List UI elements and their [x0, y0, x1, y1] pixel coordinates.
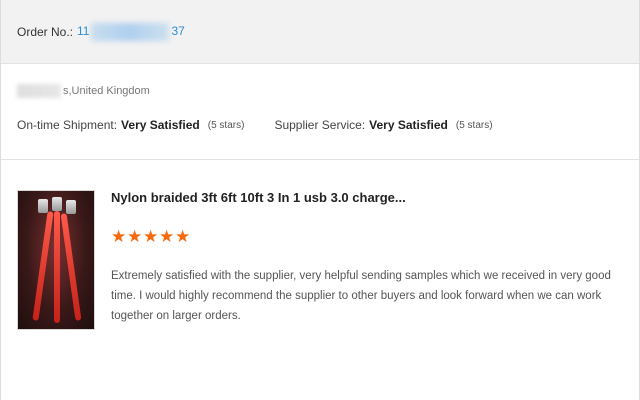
- service-rating-label: Supplier Service:: [274, 118, 366, 132]
- service-rating: Supplier Service: Very Satisfied (5 star…: [274, 118, 492, 132]
- star-icon: ★: [111, 227, 127, 247]
- order-number-link[interactable]: 11 37: [77, 22, 185, 41]
- buyer-location-text: s,United Kingdom: [63, 85, 150, 97]
- cable-plug-image: [66, 200, 76, 214]
- redacted-order-digits: [91, 22, 170, 41]
- cable-image: [32, 211, 54, 321]
- star-icon: ★: [159, 227, 175, 247]
- cable-image: [54, 211, 60, 323]
- star-icon: ★: [143, 227, 159, 247]
- order-number-prefix: 11: [77, 23, 90, 38]
- review-text: Extremely satisfied with the supplier, v…: [111, 270, 611, 322]
- service-rating-value: Very Satisfied: [369, 118, 448, 132]
- cable-plug-image: [38, 199, 48, 213]
- star-icon: ★: [127, 227, 143, 247]
- order-number-label: Order No.:: [17, 24, 74, 39]
- star-icon: ★: [175, 227, 191, 247]
- product-review: Nylon braided 3ft 6ft 10ft 3 In 1 usb 3.…: [17, 190, 625, 340]
- order-number-suffix: 37: [171, 23, 185, 38]
- review-card: Order No.: 11 37 s,United Kingdom On-time…: [0, 0, 640, 400]
- shipment-rating-value: Very Satisfied: [121, 118, 200, 132]
- review-star-rating: ★ ★ ★ ★ ★: [111, 227, 191, 247]
- shipment-rating-label: On-time Shipment:: [17, 118, 118, 132]
- shipment-rating-stars: (5 stars): [207, 119, 245, 131]
- product-title[interactable]: Nylon braided 3ft 6ft 10ft 3 In 1 usb 3.…: [111, 190, 406, 205]
- order-header: Order No.: 11 37: [1, 0, 639, 64]
- cable-image: [60, 213, 82, 321]
- product-thumbnail[interactable]: [17, 190, 95, 330]
- cable-plug-image: [52, 197, 62, 211]
- buyer-info: s,United Kingdom On-time Shipment: Very …: [1, 64, 639, 160]
- service-rating-stars: (5 stars): [455, 119, 493, 131]
- buyer-location: s,United Kingdom: [17, 84, 150, 98]
- supplier-ratings: On-time Shipment: Very Satisfied (5 star…: [17, 118, 493, 132]
- redacted-buyer-name: [17, 84, 61, 98]
